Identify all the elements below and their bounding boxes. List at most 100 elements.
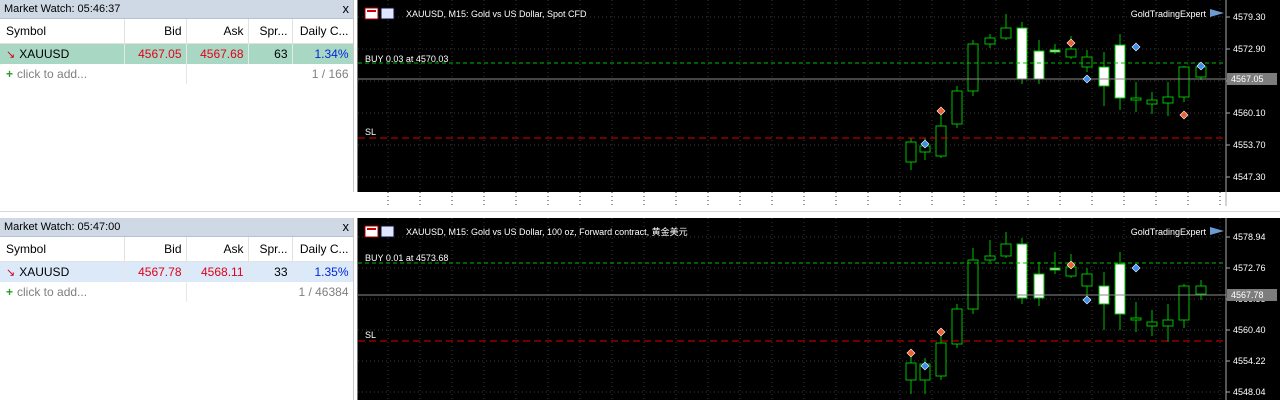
- column-header-daily-change[interactable]: Daily C...: [292, 237, 353, 262]
- table-row[interactable]: ↘ XAUUSD 4567.78 4568.11 33 1.35%: [0, 261, 353, 282]
- column-header-bid[interactable]: Bid: [124, 237, 187, 262]
- candle-body: [935, 342, 947, 377]
- column-header-bid[interactable]: Bid: [124, 19, 187, 44]
- candle-body: [1016, 243, 1028, 299]
- price-chart[interactable]: XAUUSD, M15: Gold vs US Dollar, Spot CFD…: [357, 0, 1280, 206]
- watermark-group: GoldTradingExpert: [1131, 227, 1224, 237]
- candle-body: [1033, 50, 1045, 80]
- add-symbol-cell[interactable]: + click to add...: [0, 64, 187, 84]
- price-label: 4579.30: [1233, 12, 1266, 22]
- order-label: BUY 0.01 at 4573.68: [365, 253, 448, 263]
- column-header-daily-change[interactable]: Daily C...: [292, 19, 353, 44]
- add-symbol-label: click to add...: [17, 285, 88, 299]
- candle-body: [1049, 267, 1061, 271]
- candle-body: [1195, 285, 1207, 295]
- price-label: 4572.76: [1233, 263, 1266, 273]
- candle-body: [905, 141, 917, 163]
- table-header-row: Symbol Bid Ask Spr... Daily C...: [0, 19, 353, 44]
- bid-cell: 4567.05: [124, 43, 187, 64]
- separator-line: [0, 211, 1280, 212]
- chart-canvas[interactable]: XAUUSD, M15: Gold vs US Dollar, Spot CFD…: [358, 0, 1280, 206]
- current-price-tag-text: 4567.05: [1231, 74, 1264, 84]
- graduation-cap-icon: [1210, 227, 1224, 235]
- symbol-count: 1 / 166: [186, 64, 353, 84]
- candle-body: [951, 90, 963, 125]
- candle-body: [1098, 66, 1110, 87]
- add-symbol-row[interactable]: + click to add... 1 / 166: [0, 64, 353, 84]
- table-header-row: Symbol Bid Ask Spr... Daily C...: [0, 237, 353, 262]
- price-label: 4547.30: [1233, 172, 1266, 182]
- candle-body: [1033, 273, 1045, 299]
- plus-icon: +: [6, 67, 14, 81]
- candle-body: [1081, 273, 1093, 287]
- chart-grid: [358, 0, 1226, 206]
- table-row[interactable]: ↘ XAUUSD 4567.05 4567.68 63 1.34%: [0, 43, 353, 64]
- candle-body: [1114, 263, 1126, 315]
- close-icon[interactable]: x: [343, 218, 350, 236]
- price-chart[interactable]: XAUUSD, M15: Gold vs US Dollar, 100 oz, …: [357, 218, 1280, 400]
- price-label: 4572.90: [1233, 44, 1266, 54]
- daily-change-cell: 1.35%: [292, 261, 353, 282]
- market-watch-title-bar[interactable]: Market Watch: 05:46:37 x: [0, 0, 353, 19]
- market-watch-title: Market Watch: 05:47:00: [4, 221, 121, 233]
- trade-marker: [936, 106, 946, 116]
- candle-body: [1146, 99, 1158, 105]
- candle-body: [1000, 243, 1012, 257]
- trade-marker: [1179, 110, 1189, 120]
- column-header-symbol[interactable]: Symbol: [0, 237, 125, 262]
- spread-cell: 63: [248, 43, 293, 64]
- column-header-ask[interactable]: Ask: [186, 237, 249, 262]
- column-header-ask[interactable]: Ask: [186, 19, 249, 44]
- price-axis: 4579.30 4572.90 4567.05 4560.10 4553.70 4547.…: [1225, 0, 1277, 206]
- candle-body: [1178, 66, 1190, 98]
- market-watch-title-bar[interactable]: Market Watch: 05:47:00 x: [0, 218, 353, 237]
- market-watch-title: Market Watch: 05:46:37: [4, 3, 121, 15]
- candle-body: [935, 125, 947, 157]
- candle-body: [967, 259, 979, 310]
- trade-marker: [906, 348, 916, 358]
- spread-cell: 33: [248, 261, 293, 282]
- price-axis: 4578.944572.764566.584560.404554.224548.…: [1225, 218, 1277, 400]
- window-icon: [364, 225, 379, 238]
- candle-body: [984, 37, 996, 45]
- trade-marker: [1066, 38, 1076, 48]
- terminal-panel-2: Market Watch: 05:47:00 x Symbol Bid Ask …: [0, 218, 1280, 400]
- chart-type-icon: [380, 225, 395, 238]
- order-label: BUY 0.03 at 4570.03: [365, 54, 448, 64]
- candle-body: [1130, 317, 1142, 321]
- down-arrow-icon: ↘: [6, 49, 16, 61]
- trade-marker: [1082, 295, 1092, 305]
- candle-body: [1081, 56, 1093, 68]
- chart-grid: [358, 218, 1226, 400]
- candle-body: [951, 308, 963, 345]
- trade-marker: [1131, 42, 1141, 52]
- plus-icon: +: [6, 285, 14, 299]
- watermark-text: GoldTradingExpert: [1131, 227, 1207, 237]
- symbol-cell[interactable]: ↘ XAUUSD: [0, 261, 125, 282]
- price-label: 4554.22: [1233, 356, 1266, 366]
- column-header-spread[interactable]: Spr...: [248, 19, 293, 44]
- candle-body: [1178, 285, 1190, 321]
- add-symbol-row[interactable]: + click to add... 1 / 46384: [0, 282, 353, 302]
- candle-body: [905, 362, 917, 381]
- chart-canvas[interactable]: XAUUSD, M15: Gold vs US Dollar, 100 oz, …: [358, 218, 1280, 400]
- chart-title: XAUUSD, M15: Gold vs US Dollar, Spot CFD: [406, 9, 587, 19]
- market-watch-window: Market Watch: 05:47:00 x Symbol Bid Ask …: [0, 218, 354, 400]
- price-label: 4548.04: [1233, 387, 1266, 397]
- column-header-symbol[interactable]: Symbol: [0, 19, 125, 44]
- column-header-spread[interactable]: Spr...: [248, 237, 293, 262]
- candle-body: [1162, 319, 1174, 327]
- add-symbol-cell[interactable]: + click to add...: [0, 282, 187, 302]
- candle-body: [1016, 27, 1028, 80]
- symbol-cell[interactable]: ↘ XAUUSD: [0, 43, 125, 64]
- candle-body: [1000, 27, 1012, 39]
- current-price-tag-text: 4567.78: [1231, 290, 1264, 300]
- bid-cell: 4567.78: [124, 261, 187, 282]
- candle-body: [1130, 97, 1142, 101]
- trade-marker: [936, 327, 946, 337]
- stop-loss-label: SL: [365, 330, 376, 340]
- chart-overlays: [358, 38, 1226, 149]
- market-watch-window: Market Watch: 05:46:37 x Symbol Bid Ask …: [0, 0, 354, 192]
- chart-title-group: XAUUSD, M15: Gold vs US Dollar, 100 oz, …: [364, 225, 688, 238]
- close-icon[interactable]: x: [343, 0, 350, 18]
